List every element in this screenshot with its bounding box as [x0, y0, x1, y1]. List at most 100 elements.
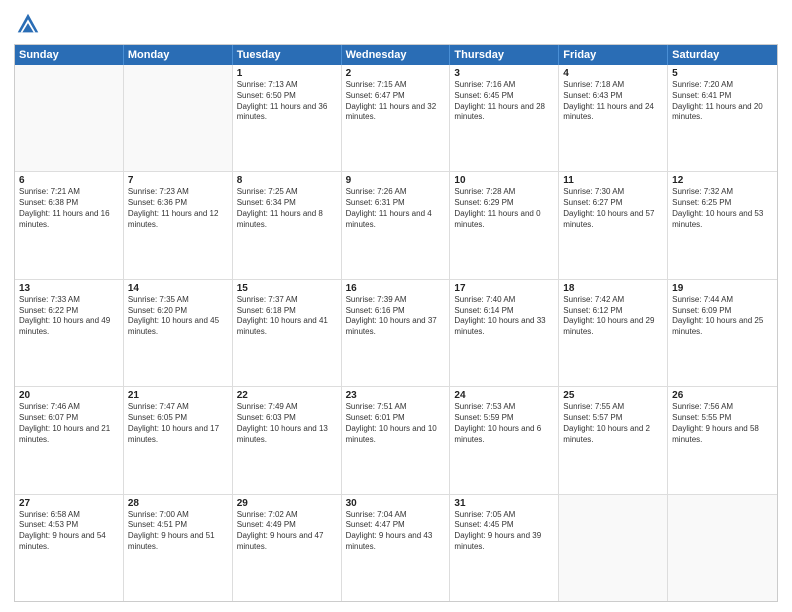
- sunset-text: Sunset: 6:01 PM: [346, 413, 446, 424]
- header-sunday: Sunday: [15, 45, 124, 65]
- day-number: 16: [346, 283, 446, 294]
- sunset-text: Sunset: 6:36 PM: [128, 198, 228, 209]
- day-12: 12Sunrise: 7:32 AMSunset: 6:25 PMDayligh…: [668, 172, 777, 278]
- sunset-text: Sunset: 6:47 PM: [346, 91, 446, 102]
- daylight-text: Daylight: 11 hours and 20 minutes.: [672, 102, 773, 124]
- day-number: 12: [672, 175, 773, 186]
- day-17: 17Sunrise: 7:40 AMSunset: 6:14 PMDayligh…: [450, 280, 559, 386]
- daylight-text: Daylight: 11 hours and 24 minutes.: [563, 102, 663, 124]
- daylight-text: Daylight: 11 hours and 28 minutes.: [454, 102, 554, 124]
- day-7: 7Sunrise: 7:23 AMSunset: 6:36 PMDaylight…: [124, 172, 233, 278]
- sunrise-text: Sunrise: 7:35 AM: [128, 295, 228, 306]
- week-row-5: 27Sunrise: 6:58 AMSunset: 4:53 PM Dayligh…: [15, 495, 777, 601]
- daylight-text: Daylight: 10 hours and 53 minutes.: [672, 209, 773, 231]
- sunset-text: Sunset: 6:03 PM: [237, 413, 337, 424]
- daylight-text: Daylight: 9 hours and 58 minutes.: [672, 424, 773, 446]
- sunset-text: Sunset: 4:45 PM: [454, 520, 554, 531]
- sunset-text: Sunset: 6:41 PM: [672, 91, 773, 102]
- day-21: 21Sunrise: 7:47 AMSunset: 6:05 PMDayligh…: [124, 387, 233, 493]
- day-10: 10Sunrise: 7:28 AMSunset: 6:29 PMDayligh…: [450, 172, 559, 278]
- daylight-text: Daylight: 10 hours and 21 minutes.: [19, 424, 119, 446]
- day-number: 22: [237, 390, 337, 401]
- sunrise-text: Sunrise: 7:26 AM: [346, 187, 446, 198]
- day-number: 27: [19, 498, 119, 509]
- week-row-1: 1Sunrise: 7:13 AMSunset: 6:50 PMDaylight…: [15, 65, 777, 172]
- day-number: 15: [237, 283, 337, 294]
- sunset-text: Sunset: 6:07 PM: [19, 413, 119, 424]
- daylight-text: Daylight: 9 hours and 43 minutes.: [346, 531, 446, 553]
- daylight-text: Daylight: 11 hours and 12 minutes.: [128, 209, 228, 231]
- sunrise-text: Sunrise: 7:04 AM: [346, 510, 446, 521]
- day-number: 20: [19, 390, 119, 401]
- daylight-text: Daylight: 10 hours and 6 minutes.: [454, 424, 554, 446]
- sunset-text: Sunset: 6:43 PM: [563, 91, 663, 102]
- sunrise-text: Sunrise: 7:30 AM: [563, 187, 663, 198]
- day-number: 29: [237, 498, 337, 509]
- daylight-text: Daylight: 10 hours and 41 minutes.: [237, 316, 337, 338]
- day-number: 8: [237, 175, 337, 186]
- day-24: 24Sunrise: 7:53 AMSunset: 5:59 PMDayligh…: [450, 387, 559, 493]
- day-number: 5: [672, 68, 773, 79]
- day-number: 11: [563, 175, 663, 186]
- daylight-text: Daylight: 10 hours and 57 minutes.: [563, 209, 663, 231]
- page: SundayMondayTuesdayWednesdayThursdayFrid…: [0, 0, 792, 612]
- day-23: 23Sunrise: 7:51 AMSunset: 6:01 PMDayligh…: [342, 387, 451, 493]
- calendar: SundayMondayTuesdayWednesdayThursdayFrid…: [14, 44, 778, 602]
- sunset-text: Sunset: 6:29 PM: [454, 198, 554, 209]
- sunrise-text: Sunrise: 7:28 AM: [454, 187, 554, 198]
- sunrise-text: Sunrise: 7:56 AM: [672, 402, 773, 413]
- day-1: 1Sunrise: 7:13 AMSunset: 6:50 PMDaylight…: [233, 65, 342, 171]
- sunset-text: Sunset: 6:34 PM: [237, 198, 337, 209]
- daylight-text: Daylight: 9 hours and 39 minutes.: [454, 531, 554, 553]
- sunrise-text: Sunrise: 7:13 AM: [237, 80, 337, 91]
- sunset-text: Sunset: 4:49 PM: [237, 520, 337, 531]
- sunset-text: Sunset: 6:45 PM: [454, 91, 554, 102]
- sunrise-text: Sunrise: 7:55 AM: [563, 402, 663, 413]
- sunrise-text: Sunrise: 7:21 AM: [19, 187, 119, 198]
- empty-cell-4-5: [559, 495, 668, 601]
- daylight-text: Daylight: 10 hours and 10 minutes.: [346, 424, 446, 446]
- sunrise-text: Sunrise: 7:00 AM: [128, 510, 228, 521]
- daylight-text: Daylight: 10 hours and 49 minutes.: [19, 316, 119, 338]
- week-row-4: 20Sunrise: 7:46 AMSunset: 6:07 PMDayligh…: [15, 387, 777, 494]
- day-number: 3: [454, 68, 554, 79]
- day-5: 5Sunrise: 7:20 AMSunset: 6:41 PMDaylight…: [668, 65, 777, 171]
- daylight-text: Daylight: 9 hours and 51 minutes.: [128, 531, 228, 553]
- day-number: 18: [563, 283, 663, 294]
- sunset-text: Sunset: 6:18 PM: [237, 306, 337, 317]
- day-11: 11Sunrise: 7:30 AMSunset: 6:27 PMDayligh…: [559, 172, 668, 278]
- day-number: 24: [454, 390, 554, 401]
- sunrise-text: Sunrise: 7:23 AM: [128, 187, 228, 198]
- daylight-text: Daylight: 10 hours and 33 minutes.: [454, 316, 554, 338]
- day-15: 15Sunrise: 7:37 AMSunset: 6:18 PMDayligh…: [233, 280, 342, 386]
- header-thursday: Thursday: [450, 45, 559, 65]
- day-number: 14: [128, 283, 228, 294]
- day-28: 28Sunrise: 7:00 AMSunset: 4:51 PMDayligh…: [124, 495, 233, 601]
- header-monday: Monday: [124, 45, 233, 65]
- sunset-text: Sunset: 6:50 PM: [237, 91, 337, 102]
- empty-cell-0-0: [15, 65, 124, 171]
- daylight-text: Daylight: 9 hours and 47 minutes.: [237, 531, 337, 553]
- day-number: 28: [128, 498, 228, 509]
- sunrise-text: Sunrise: 7:44 AM: [672, 295, 773, 306]
- sunrise-text: Sunrise: 7:18 AM: [563, 80, 663, 91]
- sunrise-text: Sunrise: 7:46 AM: [19, 402, 119, 413]
- sunset-text: Sunset: 6:14 PM: [454, 306, 554, 317]
- day-number: 2: [346, 68, 446, 79]
- sunrise-text: Sunrise: 7:05 AM: [454, 510, 554, 521]
- day-number: 26: [672, 390, 773, 401]
- empty-cell-4-6: [668, 495, 777, 601]
- header-saturday: Saturday: [668, 45, 777, 65]
- daylight-text: Daylight: 11 hours and 0 minutes.: [454, 209, 554, 231]
- daylight-text: Daylight: 11 hours and 16 minutes.: [19, 209, 119, 231]
- sunrise-text: Sunrise: 7:16 AM: [454, 80, 554, 91]
- day-9: 9Sunrise: 7:26 AMSunset: 6:31 PMDaylight…: [342, 172, 451, 278]
- week-row-2: 6Sunrise: 7:21 AMSunset: 6:38 PMDaylight…: [15, 172, 777, 279]
- sunrise-text: Sunrise: 6:58 AM: [19, 510, 119, 521]
- daylight-text: Daylight: 11 hours and 8 minutes.: [237, 209, 337, 231]
- day-20: 20Sunrise: 7:46 AMSunset: 6:07 PMDayligh…: [15, 387, 124, 493]
- sunrise-text: Sunrise: 7:32 AM: [672, 187, 773, 198]
- sunset-text: Sunset: 4:53 PM: [19, 520, 119, 531]
- sunrise-text: Sunrise: 7:25 AM: [237, 187, 337, 198]
- daylight-text: Daylight: 10 hours and 37 minutes.: [346, 316, 446, 338]
